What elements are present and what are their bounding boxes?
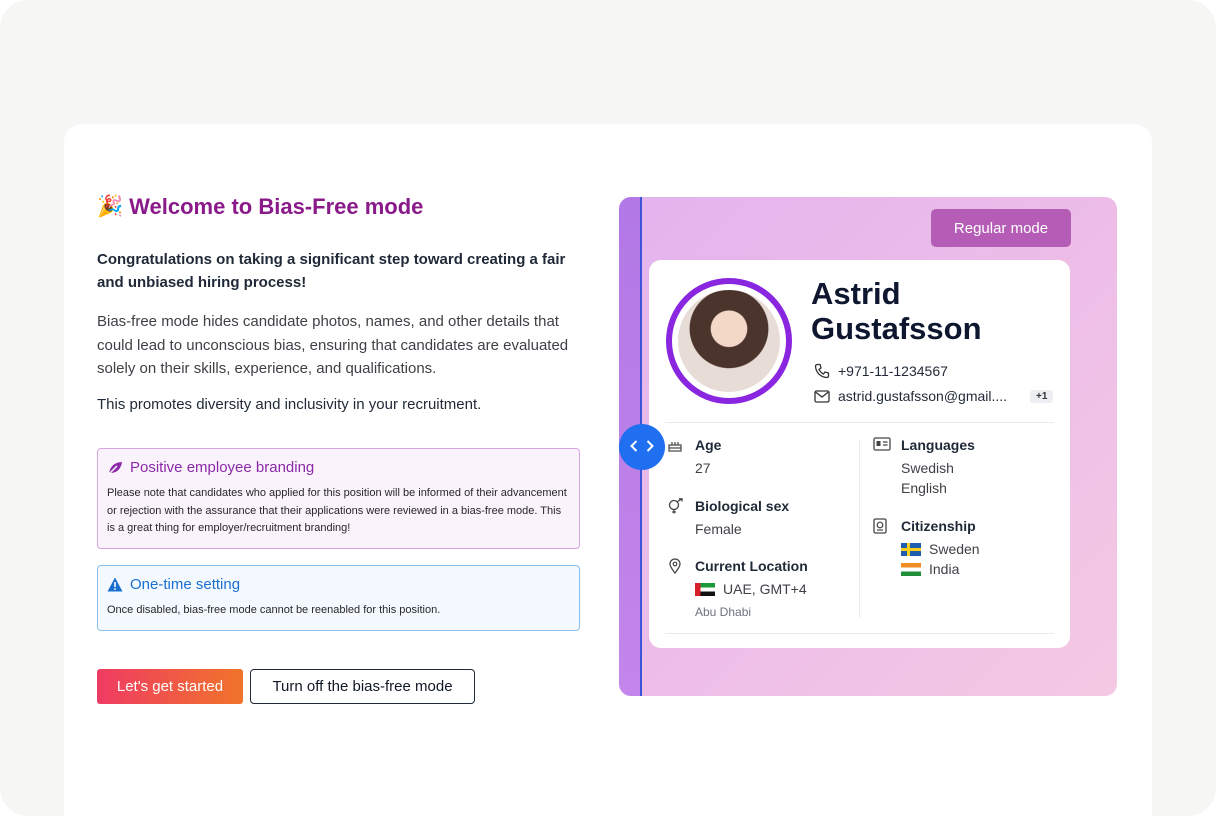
branding-alert-header: Positive employee branding xyxy=(107,459,570,476)
candidate-name: Astrid Gustafsson xyxy=(811,276,982,346)
avatar-ring xyxy=(666,278,792,404)
age-value: 27 xyxy=(695,460,711,476)
onetime-alert-header: One-time setting xyxy=(107,576,570,593)
location-field: Current Location UAE, GMT+4 Abu Dhabi xyxy=(667,558,808,619)
sex-label: Biological sex xyxy=(695,498,790,514)
sweden-flag-icon xyxy=(901,542,921,556)
location-value: UAE, GMT+4 xyxy=(695,579,808,599)
branding-alert-title: Positive employee branding xyxy=(130,459,315,476)
bias-free-dialog: 🎉 Welcome to Bias-Free mode Congratulati… xyxy=(64,124,1152,816)
passport-icon xyxy=(873,518,889,534)
id-card-icon xyxy=(873,437,891,453)
language-item: Swedish xyxy=(901,460,954,476)
leaf-icon xyxy=(108,461,122,474)
cake-icon xyxy=(667,437,683,453)
party-popper-icon: 🎉 xyxy=(97,195,124,218)
sex-field: Biological sex Female xyxy=(667,498,789,539)
chevron-right-icon xyxy=(646,439,654,456)
map-pin-icon xyxy=(667,558,683,575)
citizenship-text: Sweden xyxy=(929,541,980,557)
languages-field: Languages Swedish English xyxy=(873,437,975,498)
more-emails-badge[interactable]: +1 xyxy=(1030,389,1054,403)
phone-icon xyxy=(814,363,830,379)
languages-label: Languages xyxy=(901,437,975,453)
phone-row: +971-11-1234567 xyxy=(814,363,948,379)
citizenship-item: India xyxy=(901,559,980,579)
lead-text: Congratulations on taking a significant … xyxy=(97,251,566,291)
citizenship-item: Sweden xyxy=(901,539,980,559)
phone-text: +971-11-1234567 xyxy=(838,363,948,379)
turn-off-bias-free-button[interactable]: Turn off the bias-free mode xyxy=(250,669,475,704)
card-divider-bottom xyxy=(665,633,1054,634)
age-field: Age 27 xyxy=(667,437,721,478)
onetime-alert-title: One-time setting xyxy=(130,576,241,593)
page-title-text: Welcome to Bias-Free mode xyxy=(129,194,424,219)
email-row: astrid.gustafsson@gmail.... +1 xyxy=(814,388,1054,404)
regular-mode-button[interactable]: Regular mode xyxy=(931,209,1071,247)
uae-flag-icon xyxy=(695,582,715,596)
onetime-alert-body: Once disabled, bias-free mode cannot be … xyxy=(107,604,441,616)
card-divider-vertical xyxy=(859,440,860,618)
onetime-alert: One-time setting Once disabled, bias-fre… xyxy=(97,565,580,631)
page-title: 🎉 Welcome to Bias-Free mode xyxy=(97,194,423,220)
card-divider-top xyxy=(665,422,1054,423)
gender-icon xyxy=(667,498,683,514)
branding-alert: Positive employee branding Please note t… xyxy=(97,448,580,549)
email-text: astrid.gustafsson@gmail.... xyxy=(838,388,1008,404)
age-label: Age xyxy=(695,437,722,453)
compare-slider-handle[interactable] xyxy=(619,424,665,470)
candidate-card: Astrid Gustafsson +971-11-1234567 astrid… xyxy=(649,260,1070,648)
city-text: Abu Dhabi xyxy=(695,605,752,619)
promotion-text: This promotes diversity and inclusivity … xyxy=(97,396,482,413)
sex-value: Female xyxy=(695,521,742,537)
chevron-left-icon xyxy=(630,439,638,456)
mail-icon xyxy=(814,389,830,403)
location-text: UAE, GMT+4 xyxy=(723,581,807,597)
citizenship-text: India xyxy=(929,561,960,577)
avatar xyxy=(678,290,780,392)
language-item: English xyxy=(901,480,947,496)
citizenship-field: Citizenship Sweden India xyxy=(873,518,980,579)
citizenship-label: Citizenship xyxy=(901,518,976,534)
description-text: Bias-free mode hides candidate photos, n… xyxy=(97,313,569,377)
branding-alert-body: Please note that candidates who applied … xyxy=(107,487,567,534)
location-label: Current Location xyxy=(695,558,808,574)
get-started-button[interactable]: Let's get started xyxy=(97,669,243,704)
warning-icon xyxy=(107,577,123,592)
india-flag-icon xyxy=(901,562,921,576)
candidate-preview: Regular mode Astrid Gustafsson +971-11-1… xyxy=(619,197,1117,696)
